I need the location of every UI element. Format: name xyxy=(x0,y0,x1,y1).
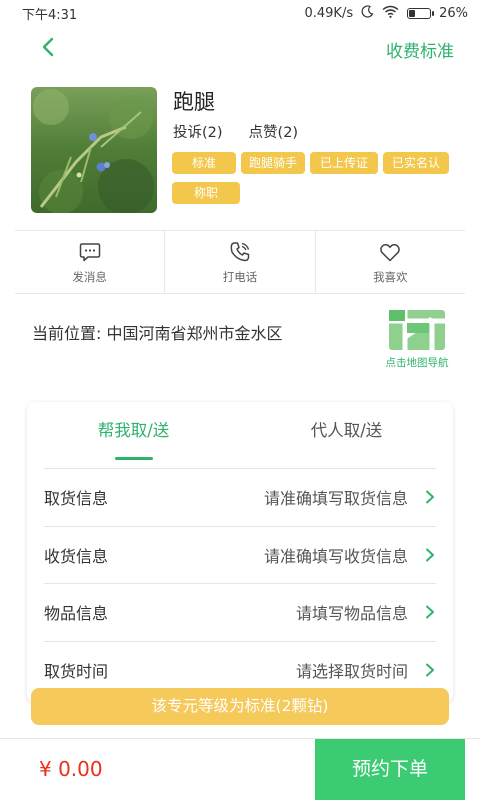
back-button[interactable] xyxy=(36,34,62,60)
pickup-time-placeholder: 请选择取货时间 xyxy=(295,661,408,681)
chevron-right-icon xyxy=(426,490,434,504)
wifi-icon xyxy=(382,5,399,22)
item-info-right: 请填写物品信息 xyxy=(296,600,436,624)
bottom-bar: ¥ 0.00 预约下单 xyxy=(0,738,480,800)
item-info-label: 物品信息 xyxy=(44,604,109,624)
courier-order-page: 下午4:31 0.49K/s 26% 收费标准 跑腿 投诉(2) 点赞(2) 标… xyxy=(0,0,480,800)
courier-tags: 标准 跑腿骑手 已上传证件 已实名认证 称职 xyxy=(172,152,452,204)
like-label: 我喜欢 xyxy=(373,269,408,284)
pickup-info-row[interactable]: 取货信息 请准确填写取货信息 xyxy=(44,468,436,526)
tag-standard: 标准 xyxy=(172,152,236,174)
fee-standard-link[interactable]: 收费标准 xyxy=(386,37,454,62)
item-info-row[interactable]: 物品信息 请填写物品信息 xyxy=(44,583,436,641)
pickup-time-label: 取货时间 xyxy=(44,661,109,681)
delivery-info-placeholder: 请准确填写收货信息 xyxy=(263,546,408,566)
tag-competent: 称职 xyxy=(172,182,240,204)
total-price: ¥ 0.00 xyxy=(39,757,103,781)
phone-icon xyxy=(230,241,250,261)
chevron-right-icon xyxy=(426,663,434,677)
call-label: 打电话 xyxy=(222,269,258,284)
current-location: 当前位置: 中国河南省郑州市金水区 xyxy=(32,324,283,343)
delivery-info-right: 请准确填写收货信息 xyxy=(264,543,436,567)
chevron-left-icon xyxy=(42,37,54,57)
pickup-info-placeholder: 请准确填写取货信息 xyxy=(263,489,408,509)
place-order-button[interactable]: 预约下单 xyxy=(315,739,465,800)
battery-level xyxy=(409,9,415,17)
nav-bar: 收费标准 xyxy=(0,26,480,70)
item-info-placeholder: 请填写物品信息 xyxy=(295,604,408,624)
pickup-time-right: 请选择取货时间 xyxy=(296,658,436,682)
map-icon xyxy=(389,310,445,350)
pickup-info-label: 取货信息 xyxy=(44,489,109,509)
tag-courier: 跑腿骑手 xyxy=(241,152,305,174)
chat-bubble-icon xyxy=(79,242,100,261)
delivery-info-row[interactable]: 收货信息 请准确填写收货信息 xyxy=(44,525,436,584)
battery-icon xyxy=(407,7,435,19)
tag-verified: 已实名认证 xyxy=(383,152,449,192)
like-button[interactable]: 我喜欢 xyxy=(314,231,465,293)
delivery-info-label: 收货信息 xyxy=(44,546,109,566)
map-navigation-label: 点击地图导航 xyxy=(385,357,449,369)
send-message-button[interactable]: 发消息 xyxy=(15,231,164,293)
battery-percent: 26% xyxy=(439,5,468,21)
pickup-info-right: 请准确填写取货信息 xyxy=(264,485,436,509)
tag-id-uploaded: 已上传证件 xyxy=(310,152,378,192)
contact-actions: 发消息 打电话 我喜欢 xyxy=(15,230,465,294)
order-type-tabs: 帮我取/送 代人取/送 xyxy=(27,402,453,468)
moon-icon xyxy=(361,4,374,22)
status-time: 下午4:31 xyxy=(22,7,78,23)
call-button[interactable]: 打电话 xyxy=(164,231,314,293)
complaint-count[interactable]: 投诉(2) xyxy=(173,121,223,142)
status-right: 0.49K/s 26% xyxy=(304,4,468,22)
courier-name: 跑腿 xyxy=(173,90,215,114)
map-navigation-button[interactable]: 点击地图导航 xyxy=(384,309,450,375)
like-count[interactable]: 点赞(2) xyxy=(249,121,299,142)
tab-pickup-delivery-for-others[interactable]: 代人取/送 xyxy=(240,402,453,468)
courier-stats: 投诉(2) 点赞(2) xyxy=(173,121,298,142)
send-message-label: 发消息 xyxy=(72,269,107,284)
status-bar: 下午4:31 0.49K/s 26% xyxy=(0,0,480,26)
chevron-right-icon xyxy=(426,548,434,562)
courier-level-banner: 该专元等级为标准(2颗钻) xyxy=(31,688,449,725)
tab-pickup-delivery-for-me[interactable]: 帮我取/送 xyxy=(27,402,240,468)
chevron-right-icon xyxy=(426,605,434,619)
avatar xyxy=(31,87,157,213)
order-form-card: 帮我取/送 代人取/送 取货信息 请准确填写取货信息 收货信息 请准确填写收货信… xyxy=(27,402,453,702)
network-speed: 0.49K/s xyxy=(304,5,354,21)
heart-icon xyxy=(380,243,401,261)
